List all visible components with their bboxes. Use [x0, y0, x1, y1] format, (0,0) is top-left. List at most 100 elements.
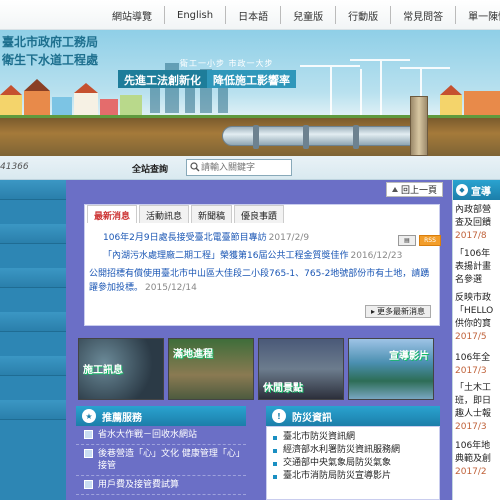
announcement-text: 「HELLO: [455, 306, 494, 316]
photo-link-progress[interactable]: 滿地進程: [168, 338, 254, 400]
announcement-text: 表揚計畫: [455, 262, 492, 272]
service-label: 省水大作戰－回收水網站: [98, 430, 198, 440]
news-title[interactable]: 公開招標有償使用臺北市中山區大佳段二小段765-1、765-2地號部份市有土地，…: [89, 269, 429, 293]
photo-link-construction[interactable]: 施工訊息: [78, 338, 164, 400]
announcement-text: 趣人士報: [455, 409, 492, 419]
announcement-text: 內政部營: [455, 205, 492, 215]
announcement-text: 典範及創: [455, 454, 492, 464]
org-name-line2: 衛生下水道工程處: [2, 53, 99, 67]
sidebar-menu-item[interactable]: [0, 356, 66, 376]
left-sidebar: [0, 180, 66, 500]
announcement-text: 106年地: [455, 441, 491, 451]
service-link[interactable]: 用戶費及接管費試算: [76, 476, 246, 495]
thumbs-up-icon: ★: [82, 409, 96, 423]
announcement-item[interactable]: 反映市政 「HELLO 供你的寶 2017/5: [455, 292, 500, 344]
tab-press[interactable]: 新聞稿: [191, 205, 233, 223]
sidebar-menu-item[interactable]: [0, 312, 66, 332]
site-logo-title[interactable]: 臺北市政府工務局 衛生下水道工程處: [0, 33, 112, 73]
disaster-info-title: 防災資訊: [292, 412, 332, 424]
print-icon[interactable]: ▤: [398, 235, 416, 246]
photo-caption: 施工訊息: [83, 365, 123, 376]
visitor-counter: 41366: [0, 162, 29, 172]
news-icons: ▤ RSS: [398, 235, 441, 246]
sidebar-menu-item[interactable]: [0, 180, 66, 200]
back-button-label: 回上一頁: [401, 186, 438, 196]
service-label: 後巷營造「心」文化 健康管理「心」接管: [98, 449, 241, 471]
sidebar-menu-item[interactable]: [0, 224, 66, 244]
slogan-part-b: 降低施工影響率: [207, 70, 296, 88]
announcement-text: 供你的寶: [455, 319, 492, 329]
sidebar-menu-item[interactable]: [0, 400, 66, 420]
back-button[interactable]: 回上一頁: [386, 182, 444, 197]
news-title[interactable]: 106年2月9日處長接受臺北電臺節目專訪: [103, 233, 267, 243]
news-item[interactable]: 公開招標有償使用臺北市中山區大佳段二小段765-1、765-2地號部份市有土地，…: [89, 267, 435, 295]
news-date: 2017/2/9: [268, 233, 310, 243]
tab-events[interactable]: 活動訊息: [139, 205, 190, 223]
nav-japanese[interactable]: 日本語: [226, 6, 282, 24]
disaster-link[interactable]: 臺北市消防局防災宣導影片: [267, 470, 439, 483]
announcements-header: ◆ 宣導: [453, 180, 500, 200]
link-icon: [84, 430, 93, 439]
photo-links: 施工訊息 滿地進程 休閒景點 宣導影片: [78, 338, 434, 400]
announcement-text: 「106年: [455, 249, 491, 259]
megaphone-icon: ◆: [456, 184, 468, 196]
tab-awards[interactable]: 優良事蹟: [234, 205, 285, 223]
news-item[interactable]: 106年2月9日處長接受臺北電臺節目專訪 2017/2/9: [89, 231, 435, 245]
announcement-item[interactable]: 106年全 2017/3: [455, 352, 500, 378]
search-label: 全站查詢: [132, 165, 169, 175]
sewer-pipe-illustration: [222, 125, 422, 149]
search-icon: [190, 162, 200, 172]
right-column: ◆ 宣導 內政部營 查及回饋 2017/8 「106年 表揚計畫 名參選 反映市…: [452, 180, 500, 500]
sidebar-menu-item[interactable]: [0, 268, 66, 288]
nav-sitemap[interactable]: 網站導覽: [100, 6, 165, 24]
disaster-link[interactable]: 經濟部水利署防災資訊服務網: [267, 444, 439, 457]
arrow-right-icon: ▸: [371, 307, 376, 316]
top-navigation: 網站導覽 English 日本語 兒童版 行動版 常見問答 單一陳情: [0, 0, 500, 30]
shaft-illustration: [410, 96, 428, 156]
disaster-info-list: 臺北市防災資訊網 經濟部水利署防災資訊服務網 交通部中央氣象局防災氣象 臺北市消…: [266, 426, 440, 500]
nav-english[interactable]: English: [165, 6, 227, 24]
nav-mobile[interactable]: 行動版: [336, 6, 392, 24]
more-news-label: 更多最新消息: [377, 307, 426, 316]
nav-petition[interactable]: 單一陳情: [456, 6, 500, 24]
news-panel: 最新消息 活動訊息 新聞稿 優良事蹟 106年2月9日處長接受臺北電臺節目專訪 2…: [84, 204, 440, 326]
nav-kids[interactable]: 兒童版: [281, 6, 337, 24]
disaster-info-header: ! 防災資訊: [266, 406, 440, 426]
link-icon: [84, 480, 93, 489]
announcement-date: 2017/8: [455, 231, 487, 241]
photo-link-leisure[interactable]: 休閒景點: [258, 338, 344, 400]
news-tabs: 最新消息 活動訊息 新聞稿 優良事蹟: [85, 205, 285, 223]
search-bar: 41366 全站查詢: [0, 156, 500, 180]
announcement-item[interactable]: 106年地 典範及創 2017/2: [455, 440, 500, 479]
more-news-button[interactable]: ▸ 更多最新消息: [365, 305, 432, 318]
arrow-up-icon: [392, 187, 398, 192]
photo-caption: 休閒景點: [263, 383, 303, 394]
announcement-text: 班，即日: [455, 396, 492, 406]
announcement-text: 「土木工: [455, 383, 492, 393]
search-input[interactable]: [186, 159, 292, 176]
announcement-item[interactable]: 內政部營 查及回饋 2017/8: [455, 204, 500, 243]
service-link[interactable]: 後巷營造「心」文化 健康管理「心」接管: [76, 445, 246, 476]
news-date: 2016/12/23: [350, 251, 403, 261]
service-link[interactable]: 省水大作戰－回收水網站: [76, 426, 246, 445]
photo-link-video[interactable]: 宣導影片: [348, 338, 434, 400]
tab-latest-news[interactable]: 最新消息: [87, 205, 138, 223]
announcement-text: 106年全: [455, 353, 491, 363]
nav-faq[interactable]: 常見問答: [391, 6, 457, 24]
rss-icon[interactable]: RSS: [419, 235, 441, 246]
news-title[interactable]: 「內湖污水處理廠二期工程」榮獲第16屆公共工程金質獎佳作: [103, 251, 348, 261]
announcement-item[interactable]: 「土木工 班，即日 趣人士報 2017/3: [455, 382, 500, 434]
slogan-part-a: 先進工法創新化: [118, 70, 207, 88]
disaster-link[interactable]: 臺北市防災資訊網: [267, 431, 439, 444]
announcement-text: 反映市政: [455, 293, 492, 303]
news-item[interactable]: 「內湖污水處理廠二期工程」榮獲第16屆公共工程金質獎佳作 2016/12/23: [89, 249, 435, 263]
org-name-line1: 臺北市政府工務局: [2, 35, 99, 49]
announcements-title: 宣導: [471, 186, 491, 198]
announcement-item[interactable]: 「106年 表揚計畫 名參選: [455, 248, 500, 287]
announcement-date: 2017/5: [455, 332, 487, 342]
announcement-text: 查及回饋: [455, 218, 492, 228]
services-header: ★ 推薦服務: [76, 406, 246, 426]
disaster-link[interactable]: 交通部中央氣象局防災氣象: [267, 457, 439, 470]
services-list: 省水大作戰－回收水網站 後巷營造「心」文化 健康管理「心」接管 用戶費及接管費試…: [76, 426, 246, 500]
site-header: 網站導覽 English 日本語 兒童版 行動版 常見問答 單一陳情 臺北市政府…: [0, 0, 500, 180]
